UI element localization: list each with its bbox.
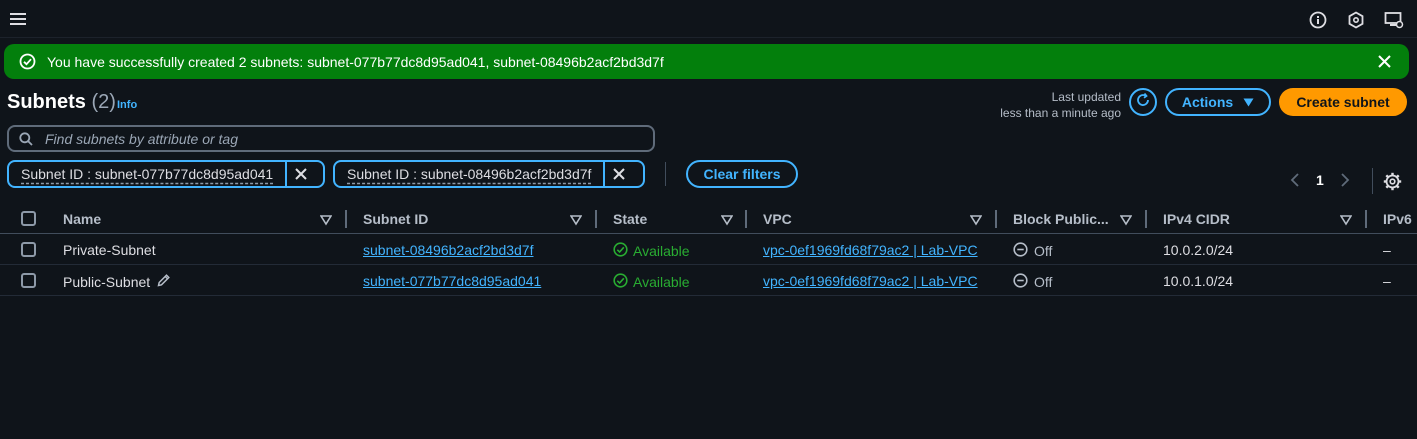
page-title-text: Subnets <box>7 91 86 113</box>
ipv6-cidr: – <box>1383 273 1391 289</box>
sort-caret-down-icon[interactable] <box>1339 213 1353 226</box>
state-available: Available <box>613 273 690 291</box>
column-header-block-public[interactable]: Block Public... <box>1013 211 1109 227</box>
block-public-status: Off <box>1013 273 1052 291</box>
subnet-name: Private-Subnet <box>63 242 156 258</box>
info-circle-icon[interactable] <box>1307 9 1329 31</box>
subnet-name-cell: Public-Subnet <box>63 273 171 291</box>
ipv6-cidr: – <box>1383 242 1391 258</box>
top-navigation-bar <box>0 0 1417 38</box>
check-circle-icon <box>19 53 36 70</box>
info-link[interactable]: Info <box>117 99 137 111</box>
chevron-right-icon[interactable] <box>1338 172 1352 188</box>
check-circle-icon <box>613 273 628 291</box>
sort-caret-down-icon[interactable] <box>1119 213 1133 226</box>
pencil-icon[interactable] <box>156 273 171 291</box>
pager-divider <box>1372 168 1373 194</box>
search-field <box>7 125 655 152</box>
caret-down-icon <box>1243 94 1254 110</box>
state-text: Available <box>633 274 690 290</box>
subnet-name: Public-Subnet <box>63 274 151 290</box>
select-all-checkbox[interactable] <box>21 211 36 226</box>
column-resizer[interactable] <box>995 210 997 228</box>
search-icon <box>19 132 33 146</box>
last-updated-value: less than a minute ago <box>1000 106 1121 120</box>
search-input[interactable] <box>45 129 645 148</box>
minus-circle-icon <box>1013 273 1028 291</box>
column-header-ipv4-cidr[interactable]: IPv4 CIDR <box>1163 211 1230 227</box>
vpc-link[interactable]: vpc-0ef1969fd68f79ac2 | Lab-VPC <box>763 273 983 289</box>
column-header-ipv6[interactable]: IPv6 <box>1383 211 1417 227</box>
filter-token-1: Subnet ID : subnet-077b77dc8d95ad041 <box>7 160 325 188</box>
create-subnet-button[interactable]: Create subnet <box>1279 88 1407 116</box>
last-updated-label: Last updated <box>1051 90 1121 104</box>
block-public-status: Off <box>1013 242 1052 260</box>
state-available: Available <box>613 242 690 260</box>
vpc-link[interactable]: vpc-0ef1969fd68f79ac2 | Lab-VPC <box>763 242 983 258</box>
column-resizer[interactable] <box>1365 210 1367 228</box>
column-resizer[interactable] <box>595 210 597 228</box>
refresh-icon <box>1135 92 1151 113</box>
top-right-icons <box>1307 9 1405 31</box>
table-row[interactable]: Public-Subnet subnet-077b77dc8d95ad041 A… <box>0 265 1417 296</box>
column-header-vpc[interactable]: VPC <box>763 211 792 227</box>
sort-caret-down-icon[interactable] <box>969 213 983 226</box>
clear-filters-button[interactable]: Clear filters <box>686 160 798 188</box>
hamburger-menu-icon[interactable] <box>9 11 27 27</box>
filter-token-label[interactable]: Subnet ID : subnet-077b77dc8d95ad041 <box>9 162 285 186</box>
last-updated: Last updated less than a minute ago <box>1000 89 1121 121</box>
filter-token-label[interactable]: Subnet ID : subnet-08496b2acf2bd3d7f <box>335 162 603 186</box>
refresh-button[interactable] <box>1129 88 1157 116</box>
subnet-id-link[interactable]: subnet-08496b2acf2bd3d7f <box>363 242 533 258</box>
sort-caret-down-icon[interactable] <box>569 213 583 226</box>
pagination: 1 <box>1288 172 1352 188</box>
minus-circle-icon <box>1013 242 1028 260</box>
close-icon[interactable] <box>1376 53 1393 70</box>
gear-icon[interactable] <box>1383 172 1402 191</box>
sort-caret-down-icon[interactable] <box>720 213 734 226</box>
check-circle-icon <box>613 242 628 260</box>
remove-filter-close-icon[interactable] <box>603 162 633 186</box>
notifications-hexagon-icon[interactable] <box>1345 9 1367 31</box>
table-header: Name Subnet ID State VPC Block Public...… <box>0 203 1417 234</box>
subnet-count: (2) <box>91 91 116 113</box>
row-checkbox[interactable] <box>21 273 36 288</box>
column-header-subnet-id[interactable]: Subnet ID <box>363 211 428 227</box>
subnet-id-link[interactable]: subnet-077b77dc8d95ad041 <box>363 273 541 289</box>
create-subnet-label: Create subnet <box>1296 94 1390 110</box>
column-header-state[interactable]: State <box>613 211 647 227</box>
actions-label: Actions <box>1181 94 1234 110</box>
ipv4-cidr: 10.0.1.0/24 <box>1163 273 1234 289</box>
filter-divider <box>665 162 666 186</box>
table-row[interactable]: Private-Subnet subnet-08496b2acf2bd3d7f … <box>0 234 1417 265</box>
clear-filters-label: Clear filters <box>703 166 781 182</box>
chevron-left-icon[interactable] <box>1288 172 1302 188</box>
remove-filter-close-icon[interactable] <box>285 162 315 186</box>
display-settings-icon[interactable] <box>1383 9 1405 31</box>
column-header-name[interactable]: Name <box>63 211 101 227</box>
column-resizer[interactable] <box>345 210 347 228</box>
filter-token-2: Subnet ID : subnet-08496b2acf2bd3d7f <box>333 160 645 188</box>
state-text: Available <box>633 243 690 259</box>
success-flash-banner: You have successfully created 2 subnets:… <box>4 44 1409 79</box>
column-resizer[interactable] <box>1145 210 1147 228</box>
row-checkbox[interactable] <box>21 242 36 257</box>
block-public-text: Off <box>1034 243 1053 259</box>
actions-dropdown-button[interactable]: Actions <box>1165 88 1271 116</box>
page-number[interactable]: 1 <box>1316 172 1324 188</box>
column-resizer[interactable] <box>745 210 747 228</box>
page-title: Subnets (2) <box>7 91 116 114</box>
flash-message: You have successfully created 2 subnets:… <box>47 54 664 70</box>
ipv4-cidr: 10.0.2.0/24 <box>1163 242 1234 258</box>
block-public-text: Off <box>1034 274 1053 290</box>
sort-caret-down-icon[interactable] <box>319 213 333 226</box>
